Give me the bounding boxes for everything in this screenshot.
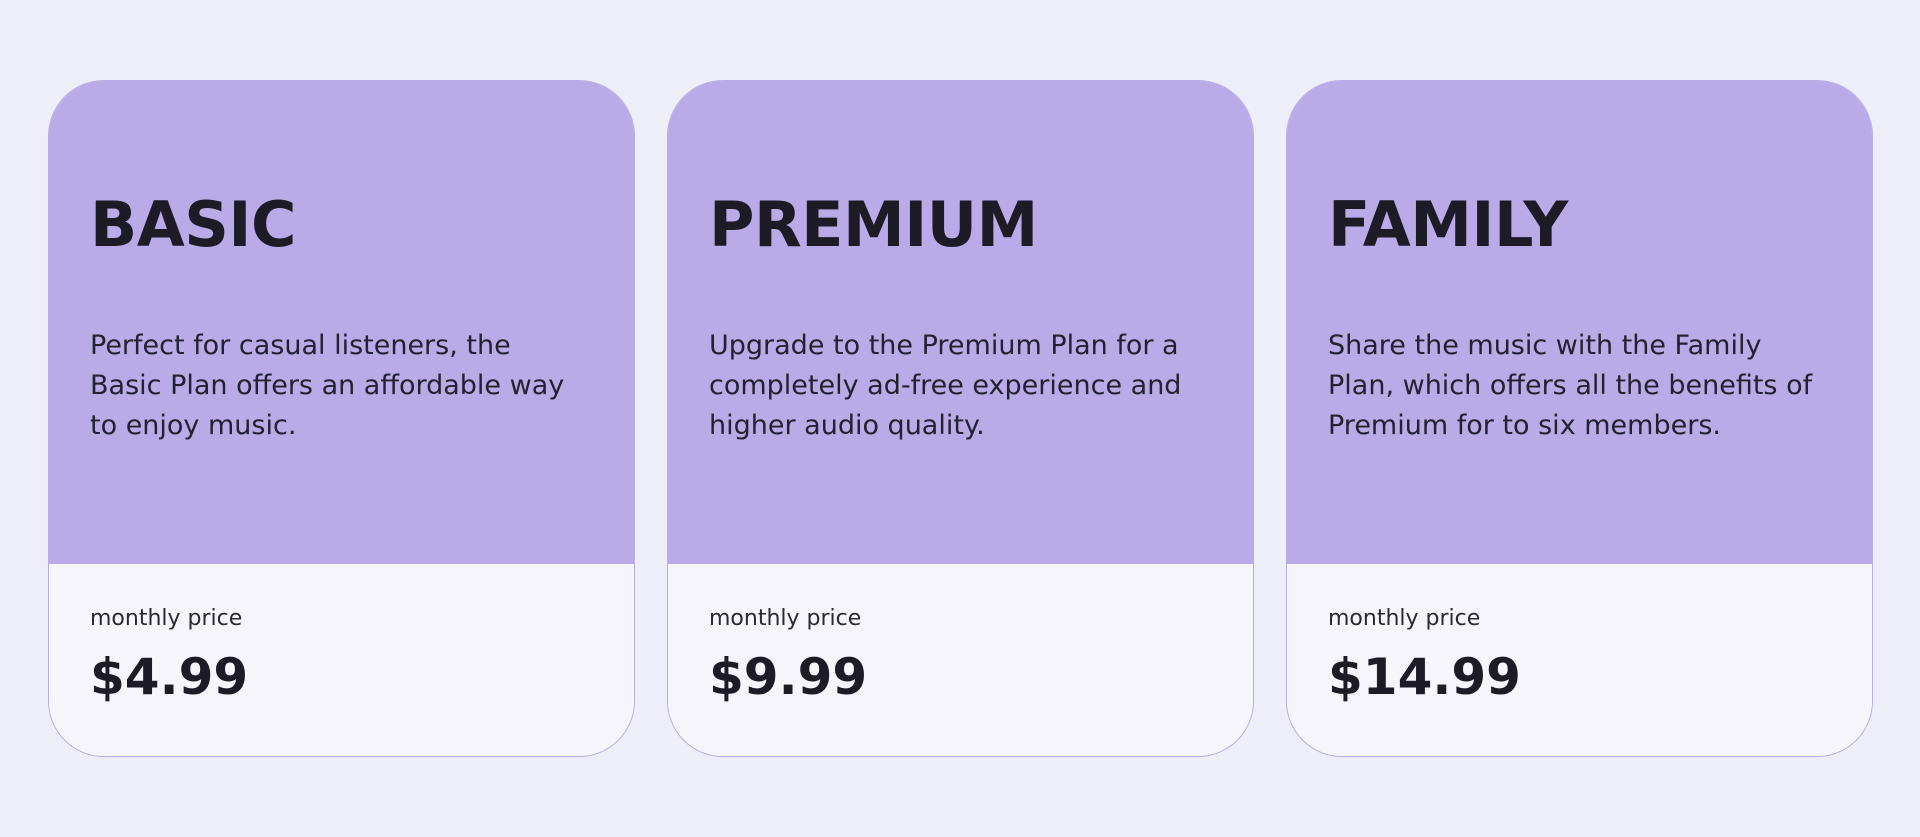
plan-name: PREMIUM [709,188,1038,261]
plan-card-basic[interactable]: BASIC Perfect for casual listeners, the … [48,80,635,757]
plan-description: Share the music with the Family Plan, wh… [1328,330,1813,441]
plan-description: Perfect for casual listeners, the Basic … [90,330,565,441]
plan-card-family[interactable]: FAMILY Share the music with the Family P… [1286,80,1873,757]
plan-card-header: BASIC Perfect for casual listeners, the … [49,81,634,564]
plan-card-footer: monthly price $14.99 [1287,564,1872,756]
price-label: monthly price [1328,606,1481,631]
price-label: monthly price [709,606,862,631]
plan-card-footer: monthly price $9.99 [668,564,1253,756]
plan-card-premium[interactable]: PREMIUM Upgrade to the Premium Plan for … [667,80,1254,757]
price-value: $14.99 [1328,648,1521,707]
price-label: monthly price [90,606,243,631]
price-value: $4.99 [90,648,249,707]
pricing-cards: BASIC Perfect for casual listeners, the … [48,80,1873,757]
plan-name: BASIC [90,188,296,261]
plan-card-header: PREMIUM Upgrade to the Premium Plan for … [668,81,1253,564]
price-value: $9.99 [709,648,868,707]
plan-description: Upgrade to the Premium Plan for a comple… [709,330,1182,441]
plan-card-header: FAMILY Share the music with the Family P… [1287,81,1872,564]
plan-card-footer: monthly price $4.99 [49,564,634,756]
plan-name: FAMILY [1328,188,1568,261]
